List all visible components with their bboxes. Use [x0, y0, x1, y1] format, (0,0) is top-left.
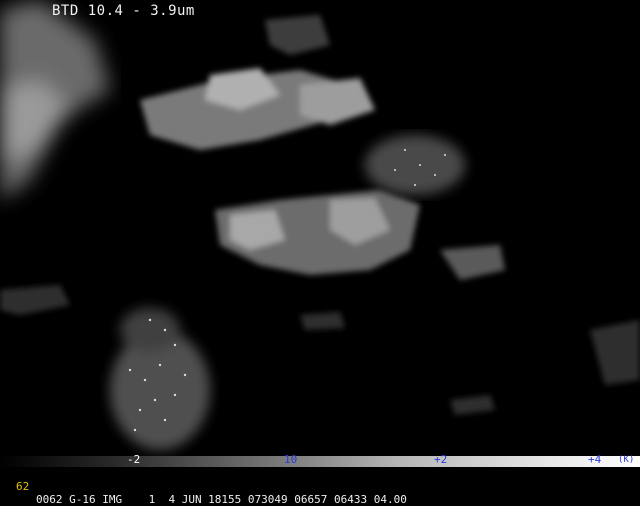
status-text: 0062 G-16 IMG 1 4 JUN 18155 073049 06657…: [36, 493, 407, 506]
colorbar-tick-label: -2: [127, 453, 141, 466]
colorbar: -2 10 +2 +4 (K): [0, 453, 640, 467]
frame-number: 62: [16, 480, 30, 493]
satellite-image: [0, 0, 640, 456]
colorbar-tick-label: +2: [434, 453, 448, 466]
image-title: BTD 10.4 - 3.9um: [52, 3, 195, 19]
colorbar-tick-label: 10: [284, 453, 298, 466]
colorbar-unit-label: (K): [618, 455, 635, 465]
colorbar-tick-label: +4: [588, 453, 602, 466]
status-bar: 62 0062 G-16 IMG 1 4 JUN 18155 073049 06…: [0, 467, 640, 506]
